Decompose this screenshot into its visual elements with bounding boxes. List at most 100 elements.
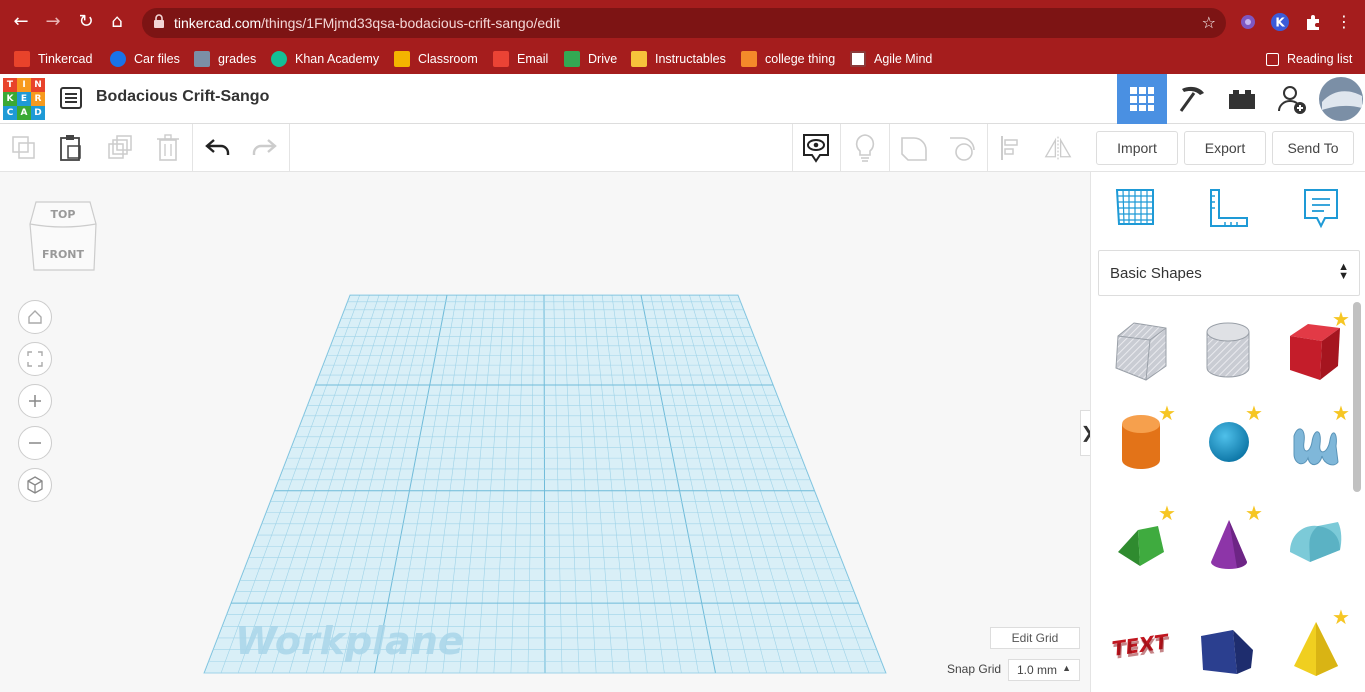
ruler-tool-icon[interactable] [1207, 186, 1251, 230]
snap-grid-label: Snap Grid [947, 662, 1002, 676]
favorite-star-icon[interactable]: ★ [1330, 308, 1352, 330]
favorite-star-icon[interactable]: ★ [1156, 502, 1178, 524]
bookmark-instructables[interactable]: Instructables [631, 49, 726, 69]
reading-list[interactable]: Reading list [1266, 49, 1352, 69]
ungroup-button[interactable] [948, 134, 976, 162]
drive-favicon-icon [564, 51, 580, 67]
extension-k-icon[interactable]: K [1270, 12, 1290, 32]
select-arrows-icon: ▲ ▼ [1338, 261, 1349, 282]
import-export-toolbar: Import Export Send To [1090, 124, 1365, 172]
shape-box-hole[interactable] [1106, 316, 1176, 386]
duplicate-button[interactable] [106, 134, 134, 162]
home-view-icon [28, 310, 42, 324]
send-to-button[interactable]: Send To [1272, 131, 1354, 165]
3d-design-view-button[interactable] [1117, 74, 1167, 124]
grid-icon [1130, 87, 1154, 111]
paste-button[interactable] [57, 134, 85, 162]
back-arrow-icon[interactable]: ← [10, 11, 32, 33]
panel-scrollbar[interactable] [1353, 302, 1361, 492]
clipboard-icon [60, 135, 81, 161]
logo-letter: T [3, 78, 17, 92]
logo-letter: E [17, 92, 31, 106]
bookmark-agile-mind[interactable]: Agile Mind [850, 49, 932, 69]
design-title[interactable]: Bodacious Crift-Sango [96, 88, 269, 106]
tinkercad-logo[interactable]: T I N K E R C A D [3, 78, 45, 120]
shape-category-select[interactable]: Basic Shapes ▲ ▼ [1098, 250, 1360, 296]
align-button[interactable] [997, 134, 1025, 162]
menu-kebab-icon[interactable]: ⋮ [1333, 11, 1355, 33]
college-thing-favicon-icon [741, 51, 757, 67]
bookmark-classroom[interactable]: Classroom [394, 49, 478, 69]
workplane-tool-icon[interactable] [1113, 186, 1157, 230]
workplane-label: Workplane [235, 619, 464, 663]
bookmark-email[interactable]: Email [493, 49, 548, 69]
minecraft-pickaxe-button[interactable] [1167, 74, 1217, 124]
address-bar[interactable]: tinkercad.com/things/1FMjmd33qsa-bodacio… [142, 8, 1226, 38]
3d-workspace[interactable]: TOP FRONT Workplane Edit Grid Snap Grid … [0, 172, 1094, 692]
favorite-star-icon[interactable]: ★ [1330, 402, 1352, 424]
design-list-icon[interactable] [60, 87, 82, 109]
pickaxe-icon [1179, 86, 1204, 112]
viewcube-front-label: FRONT [42, 248, 85, 261]
zoom-out-button[interactable] [18, 426, 52, 460]
notes-visibility-button[interactable] [802, 134, 830, 163]
home-icon[interactable]: ⌂ [106, 11, 128, 33]
favorite-star-icon[interactable]: ★ [1243, 502, 1265, 524]
bricks-view-button[interactable] [1217, 74, 1267, 124]
undo-button[interactable] [204, 134, 232, 162]
bookmark-khan-academy[interactable]: Khan Academy [271, 49, 379, 69]
viewcube-top-label: TOP [51, 208, 76, 221]
copy-button[interactable] [10, 134, 38, 162]
logo-letter: I [17, 78, 31, 92]
logo-letter: R [31, 92, 45, 106]
favorite-star-icon[interactable]: ★ [1243, 402, 1265, 424]
shape-text[interactable]: TEXT TEXT [1106, 612, 1176, 682]
mirror-icon [1044, 136, 1072, 160]
zoom-in-button[interactable] [18, 384, 52, 418]
group-icon [901, 137, 927, 161]
workplane-grid[interactable]: Workplane [200, 292, 890, 677]
notes-tool-icon[interactable] [1299, 186, 1343, 230]
reload-icon[interactable]: ↻ [75, 11, 97, 33]
snap-grid-select[interactable]: 1.0 mm ▲ [1008, 659, 1080, 681]
round-roof-icon [1290, 522, 1342, 562]
invite-user-button[interactable] [1267, 74, 1317, 124]
forward-arrow-icon[interactable]: → [42, 11, 64, 33]
shape-cylinder-hole[interactable] [1193, 316, 1263, 386]
bookmark-car-files[interactable]: Car files [110, 49, 180, 69]
redo-button[interactable] [250, 134, 278, 162]
group-button[interactable] [900, 134, 928, 162]
logo-letter: C [3, 106, 17, 120]
extension-flower-icon[interactable] [1238, 12, 1258, 32]
favorite-star-icon[interactable]: ★ [1156, 402, 1178, 424]
favorite-star-icon[interactable]: ★ [1330, 606, 1352, 628]
lightbulb-button[interactable] [851, 134, 879, 162]
wedge-icon [1201, 630, 1253, 674]
view-cube[interactable]: TOP FRONT [28, 196, 98, 276]
import-button[interactable]: Import [1096, 131, 1178, 165]
bookmark-star-icon[interactable]: ☆ [1202, 13, 1216, 32]
cylinder-hole-icon [1206, 322, 1250, 378]
toolbar-divider [192, 124, 193, 171]
export-button[interactable]: Export [1184, 131, 1266, 165]
shape-wedge[interactable] [1193, 612, 1263, 682]
home-view-button[interactable] [18, 300, 52, 334]
snap-grid-value: 1.0 mm [1017, 663, 1058, 677]
logo-letter: N [31, 78, 45, 92]
bookmark-grades[interactable]: grades [194, 49, 256, 69]
lightbulb-icon [855, 134, 875, 162]
bookmark-drive[interactable]: Drive [564, 49, 617, 69]
classroom-favicon-icon [394, 51, 410, 67]
delete-button[interactable] [154, 134, 182, 162]
browser-top-bar: ← → ↻ ⌂ tinkercad.com/things/1FMjmd33qsa… [0, 0, 1365, 45]
shape-round-roof[interactable] [1280, 506, 1350, 576]
perspective-toggle-button[interactable] [18, 468, 52, 502]
bookmark-tinkercad[interactable]: Tinkercad [14, 49, 92, 69]
fit-view-button[interactable] [18, 342, 52, 376]
bookmark-college-thing[interactable]: college thing [741, 49, 835, 69]
edit-grid-button[interactable]: Edit Grid [990, 627, 1080, 649]
mirror-button[interactable] [1044, 134, 1072, 162]
profile-avatar[interactable] [1317, 74, 1365, 124]
extensions-puzzle-icon[interactable] [1303, 12, 1323, 32]
gmail-favicon-icon [493, 51, 509, 67]
